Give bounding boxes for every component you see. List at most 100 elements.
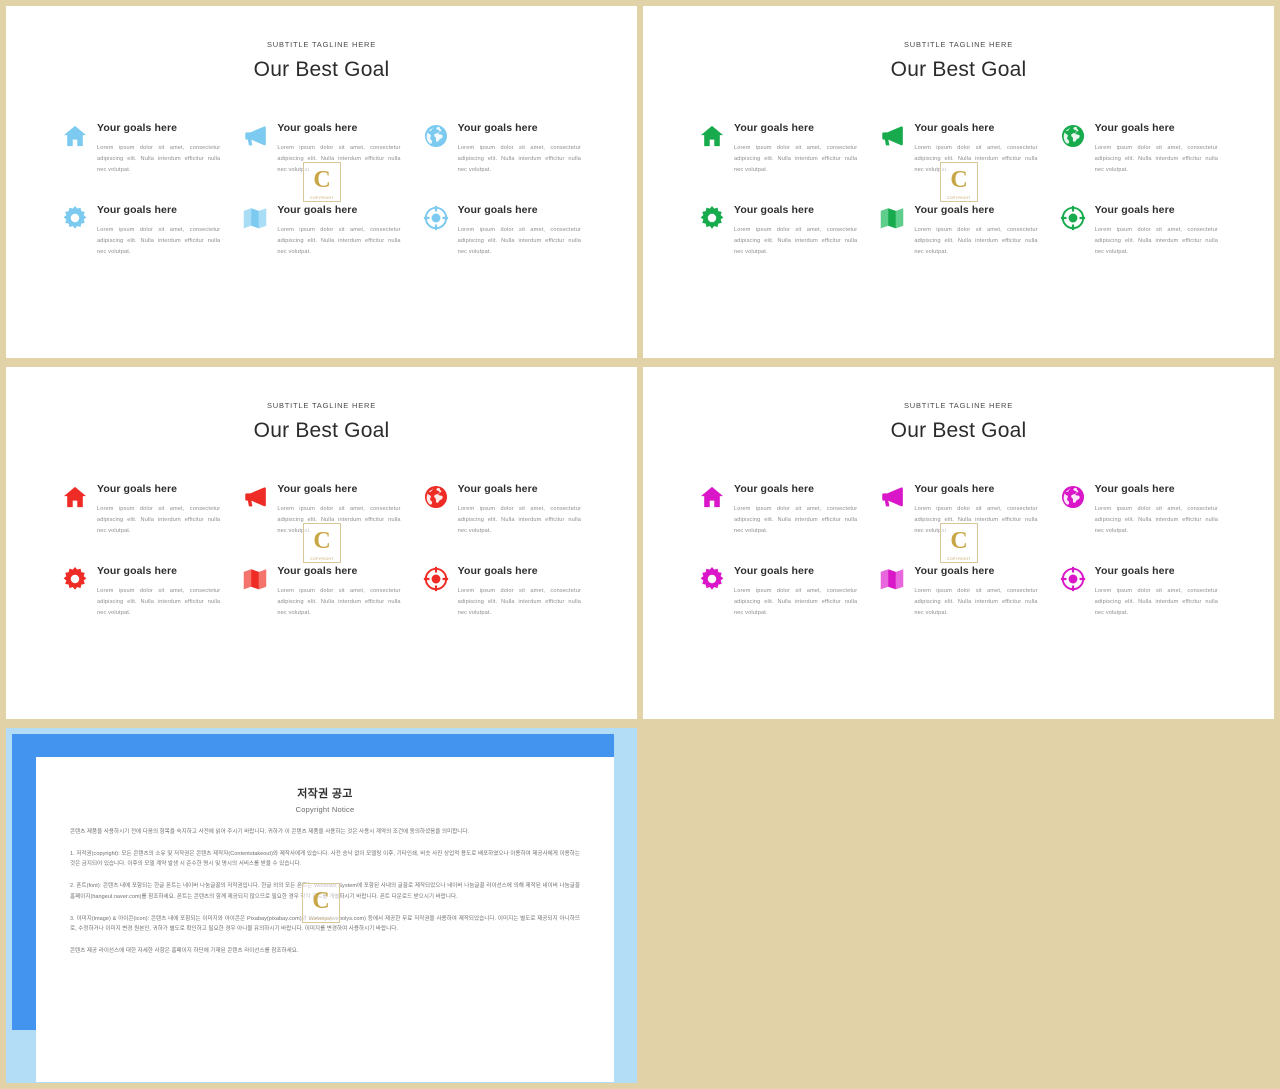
goal-description: Lorem ipsum dolor sit amet, consectetur … xyxy=(734,226,858,255)
slide-subtitle: SUBTITLE TAGLINE HERE xyxy=(266,40,377,49)
goal-body: Your goals here Lorem ipsum dolor sit am… xyxy=(97,122,220,176)
goal-item-globe[interactable]: Your goals here Lorem ipsum dolor sit am… xyxy=(1060,122,1218,176)
goal-item-gear[interactable]: Your goals here Lorem ipsum dolor sit am… xyxy=(699,565,857,619)
goal-item-gear[interactable]: Your goals here Lorem ipsum dolor sit am… xyxy=(62,565,220,619)
goal-grid: Your goals here Lorem ipsum dolor sit am… xyxy=(699,483,1218,618)
goal-item-megaphone[interactable]: Your goals here Lorem ipsum dolor sit am… xyxy=(242,483,401,537)
goal-description: Lorem ipsum dolor sit amet, consectetur … xyxy=(457,226,581,255)
slide-deck-canvas: SUBTITLE TAGLINE HERE Our Best Goal Your… xyxy=(0,0,1280,1089)
goal-description: Lorem ipsum dolor sit amet, consectetur … xyxy=(97,506,221,534)
goal-grid: Your goals here Lorem ipsum dolor sit am… xyxy=(62,122,581,257)
goal-title: Your goals here xyxy=(734,564,815,577)
map-icon xyxy=(879,566,905,592)
slide-red[interactable]: SUBTITLE TAGLINE HERE Our Best Goal Your… xyxy=(6,367,637,719)
goal-body: Your goals here Lorem ipsum dolor sit am… xyxy=(914,122,1037,176)
goal-body: Your goals here Lorem ipsum dolor sit am… xyxy=(277,204,400,258)
goal-description: Lorem ipsum dolor sit amet, consectetur … xyxy=(277,587,401,616)
goal-body: Your goals here Lorem ipsum dolor sit am… xyxy=(458,565,581,619)
target-icon xyxy=(1060,205,1086,231)
goal-item-globe[interactable]: Your goals here Lorem ipsum dolor sit am… xyxy=(1060,483,1218,537)
goal-item-gear[interactable]: Your goals here Lorem ipsum dolor sit am… xyxy=(699,204,857,258)
home-icon xyxy=(699,123,725,149)
goal-item-map[interactable]: Your goals here Lorem ipsum dolor sit am… xyxy=(242,204,401,258)
goal-item-home[interactable]: Your goals here Lorem ipsum dolor sit am… xyxy=(62,122,220,176)
map-icon xyxy=(242,566,268,592)
goal-title: Your goals here xyxy=(1094,564,1175,577)
slide-magenta[interactable]: SUBTITLE TAGLINE HERE Our Best Goal Your… xyxy=(643,367,1274,719)
goal-title: Your goals here xyxy=(914,203,995,216)
goal-title: Your goals here xyxy=(1094,122,1175,134)
goal-item-megaphone[interactable]: Your goals here Lorem ipsum dolor sit am… xyxy=(879,483,1038,537)
home-icon xyxy=(699,484,725,510)
target-icon xyxy=(1060,566,1086,592)
slide-subtitle: SUBTITLE TAGLINE HERE xyxy=(903,401,1014,410)
goal-title: Your goals here xyxy=(97,203,178,216)
goal-description: Lorem ipsum dolor sit amet, consectetur … xyxy=(1094,506,1218,534)
goal-title: Your goals here xyxy=(97,122,178,134)
goal-description: Lorem ipsum dolor sit amet, consectetur … xyxy=(277,145,401,173)
goal-grid: Your goals here Lorem ipsum dolor sit am… xyxy=(62,483,581,618)
goal-item-home[interactable]: Your goals here Lorem ipsum dolor sit am… xyxy=(699,483,857,537)
goal-title: Your goals here xyxy=(734,203,815,216)
goal-item-globe[interactable]: Your goals here Lorem ipsum dolor sit am… xyxy=(423,483,581,537)
goal-item-map[interactable]: Your goals here Lorem ipsum dolor sit am… xyxy=(242,565,401,619)
goal-item-gear[interactable]: Your goals here Lorem ipsum dolor sit am… xyxy=(62,204,220,258)
goal-title: Your goals here xyxy=(914,564,995,577)
goal-body: Your goals here Lorem ipsum dolor sit am… xyxy=(277,483,400,537)
globe-icon xyxy=(1060,123,1086,149)
goal-item-megaphone[interactable]: Your goals here Lorem ipsum dolor sit am… xyxy=(242,122,401,176)
goal-item-map[interactable]: Your goals here Lorem ipsum dolor sit am… xyxy=(879,203,1038,258)
megaphone-icon xyxy=(879,123,905,149)
page-title: Our Best Goal xyxy=(890,58,1027,81)
goal-title: Your goals here xyxy=(277,122,358,134)
slide-green[interactable]: SUBTITLE TAGLINE HERE Our Best Goal Your… xyxy=(643,6,1274,358)
goal-description: Lorem ipsum dolor sit amet, consectetur … xyxy=(1094,226,1218,255)
goal-title: Your goals here xyxy=(914,483,995,495)
copyright-subtitle: Copyright Notice xyxy=(295,805,355,814)
gear-icon xyxy=(62,566,88,592)
goal-item-globe[interactable]: Your goals here Lorem ipsum dolor sit am… xyxy=(423,122,581,176)
goal-title: Your goals here xyxy=(97,483,178,495)
goal-body: Your goals here Lorem ipsum dolor sit am… xyxy=(734,483,857,537)
goal-body: Your goals here Lorem ipsum dolor sit am… xyxy=(97,483,220,537)
copyright-title: 저작권 공고 xyxy=(297,788,353,800)
goal-description: Lorem ipsum dolor sit amet, consectetur … xyxy=(457,145,581,173)
goal-description: Lorem ipsum dolor sit amet, consectetur … xyxy=(914,506,1038,534)
goal-title: Your goals here xyxy=(1094,203,1175,216)
goal-body: Your goals here Lorem ipsum dolor sit am… xyxy=(1095,204,1218,258)
slide-copyright-notice[interactable]: 저작권 공고 Copyright Notice 콘텐츠 제품을 사용하시기 전에… xyxy=(6,728,637,1083)
goal-body: Your goals here Lorem ipsum dolor sit am… xyxy=(277,565,400,619)
copyright-paragraph-1: 1. 저작권(copyright): 모든 콘텐츠의 소유 및 저작권은 콘텐츠… xyxy=(70,850,580,868)
goal-title: Your goals here xyxy=(277,203,358,216)
goal-item-megaphone[interactable]: Your goals here Lorem ipsum dolor sit am… xyxy=(879,122,1038,176)
megaphone-icon xyxy=(242,123,268,149)
goal-body: Your goals here Lorem ipsum dolor sit am… xyxy=(1095,122,1218,176)
goal-item-target[interactable]: Your goals here Lorem ipsum dolor sit am… xyxy=(1060,204,1218,258)
goal-item-target[interactable]: Your goals here Lorem ipsum dolor sit am… xyxy=(423,565,581,619)
goal-description: Lorem ipsum dolor sit amet, consectetur … xyxy=(277,226,401,255)
goal-body: Your goals here Lorem ipsum dolor sit am… xyxy=(914,483,1037,537)
slide-blue[interactable]: SUBTITLE TAGLINE HERE Our Best Goal Your… xyxy=(6,6,637,358)
megaphone-icon xyxy=(242,484,268,510)
goal-description: Lorem ipsum dolor sit amet, consectetur … xyxy=(457,587,581,616)
goal-title: Your goals here xyxy=(1094,483,1175,495)
goal-body: Your goals here Lorem ipsum dolor sit am… xyxy=(458,122,581,176)
goal-body: Your goals here Lorem ipsum dolor sit am… xyxy=(1095,565,1218,619)
gear-icon xyxy=(62,205,88,231)
copyright-paragraph-2: 2. 폰트(font): 콘텐츠 내에 포함되는 한글 폰트는 네이버 나눔글꼴… xyxy=(70,883,580,900)
goal-item-home[interactable]: Your goals here Lorem ipsum dolor sit am… xyxy=(62,483,220,537)
goal-description: Lorem ipsum dolor sit amet, consectetur … xyxy=(914,587,1038,616)
goal-grid: Your goals here Lorem ipsum dolor sit am… xyxy=(699,122,1218,257)
copyright-document: 저작권 공고 Copyright Notice 콘텐츠 제품을 사용하시기 전에… xyxy=(36,757,614,1082)
goal-item-home[interactable]: Your goals here Lorem ipsum dolor sit am… xyxy=(699,122,857,176)
goal-title: Your goals here xyxy=(457,122,538,134)
goal-item-target[interactable]: Your goals here Lorem ipsum dolor sit am… xyxy=(1060,565,1218,619)
goal-item-target[interactable]: Your goals here Lorem ipsum dolor sit am… xyxy=(423,204,581,258)
slide-subtitle: SUBTITLE TAGLINE HERE xyxy=(266,401,377,410)
goal-body: Your goals here Lorem ipsum dolor sit am… xyxy=(277,122,400,176)
goal-description: Lorem ipsum dolor sit amet, consectetur … xyxy=(97,587,221,616)
goal-body: Your goals here Lorem ipsum dolor sit am… xyxy=(97,565,220,619)
goal-item-map[interactable]: Your goals here Lorem ipsum dolor sit am… xyxy=(879,564,1038,619)
globe-icon xyxy=(423,484,449,510)
home-icon xyxy=(62,123,88,149)
